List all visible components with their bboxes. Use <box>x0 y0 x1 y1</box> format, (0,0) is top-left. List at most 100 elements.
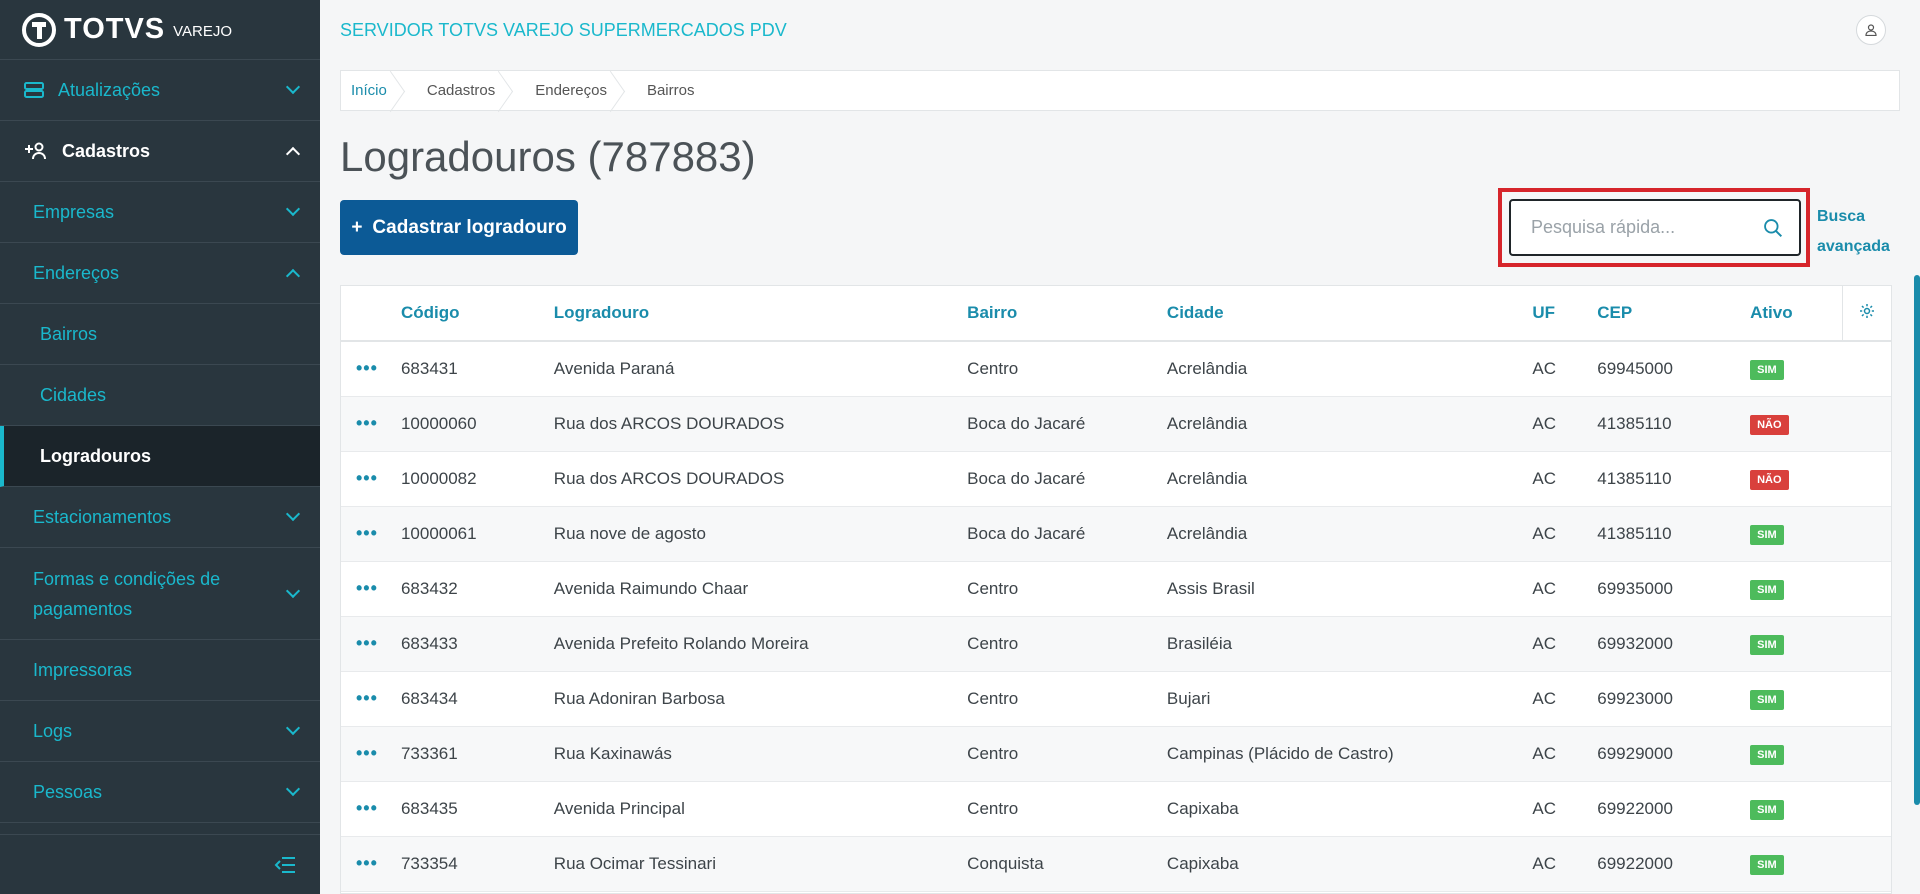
table-row[interactable]: ••• 683432 Avenida Raimundo Chaar Centro Ass… <box>341 561 1891 617</box>
sidebar-item-empresas[interactable]: Empresas <box>0 182 320 243</box>
row-actions-icon[interactable]: ••• <box>341 396 401 452</box>
sidebar-item-label: Bairros <box>40 323 98 344</box>
cell-ativo: SIM <box>1750 616 1842 672</box>
col-header-logradouro[interactable]: Logradouro <box>553 286 968 342</box>
table-row[interactable]: ••• 683433 Avenida Prefeito Rolando Moreir… <box>341 616 1891 672</box>
cell-bairro: Centro <box>967 561 1167 617</box>
cell-ativo: SIM <box>1750 781 1842 837</box>
gear-icon <box>1859 303 1874 318</box>
advanced-search-link[interactable]: Busca avançada <box>1817 202 1907 262</box>
sidebar-item-enderecos[interactable]: Endereços <box>0 243 320 304</box>
table-settings[interactable] <box>1841 286 1891 342</box>
table-row[interactable]: ••• 683431 Avenida Paraná Centro Acrelândia A… <box>341 341 1891 397</box>
cell-cidade: Bujari <box>1166 671 1533 727</box>
cell-codigo: 683434 <box>400 671 554 727</box>
sidebar-item-logradouros[interactable]: Logradouros <box>0 426 320 487</box>
cell-codigo: 733354 <box>400 836 554 892</box>
collapse-menu-icon[interactable] <box>274 856 296 874</box>
breadcrumb-inicio[interactable]: Início <box>341 71 403 110</box>
cell-codigo: 683433 <box>400 616 554 672</box>
sidebar-item-cidades[interactable]: Cidades <box>0 365 320 426</box>
cell-logradouro: Avenida Paraná <box>553 341 968 397</box>
row-actions-icon[interactable]: ••• <box>341 781 401 837</box>
sidebar-item-cadastros[interactable]: Cadastros <box>0 121 320 182</box>
sidebar-item-atualizacoes[interactable]: Atualizações <box>0 60 320 121</box>
cell-cep: 41385110 <box>1597 396 1751 452</box>
table-row[interactable]: ••• 733361 Rua Kaxinawás Centro Campinas (Pl… <box>341 726 1891 782</box>
sidebar-collapse <box>0 834 320 894</box>
sidebar-item-logs[interactable]: Logs <box>0 701 320 762</box>
sidebar-item-label: Empresas <box>33 201 115 222</box>
page-scrollbar[interactable] <box>1914 275 1920 805</box>
cell-cidade: Assis Brasil <box>1166 561 1533 617</box>
sidebar-item-label: Impressoras <box>33 659 133 680</box>
cell-logradouro: Rua Kaxinawás <box>553 726 968 782</box>
cell-codigo: 683435 <box>400 781 554 837</box>
row-actions-icon[interactable]: ••• <box>341 616 401 672</box>
brand-sub: VAREJO <box>173 23 233 40</box>
col-header-ativo[interactable]: Ativo <box>1750 286 1842 342</box>
table-row[interactable]: ••• 683434 Rua Adoniran Barbosa Centro Bujar… <box>341 671 1891 727</box>
cell-cidade: Acrelândia <box>1166 396 1533 452</box>
col-header-uf[interactable]: UF <box>1532 286 1598 342</box>
cell-empty <box>1842 726 1891 782</box>
chevron-up-icon <box>285 268 301 284</box>
sidebar-item-impressoras[interactable]: Impressoras <box>0 640 320 701</box>
row-actions-icon[interactable]: ••• <box>341 726 401 782</box>
col-header-bairro[interactable]: Bairro <box>967 286 1167 342</box>
col-header-cep[interactable]: CEP <box>1597 286 1751 342</box>
cell-cep: 69922000 <box>1597 836 1751 892</box>
user-menu-button[interactable] <box>1856 15 1886 45</box>
col-header-codigo[interactable]: Código <box>400 286 554 342</box>
status-badge: NÃO <box>1750 414 1789 435</box>
status-badge: SIM <box>1750 799 1784 820</box>
row-actions-icon[interactable]: ••• <box>341 836 401 892</box>
sidebar-item-formas-pagamento[interactable]: Formas e condições de pagamentos <box>0 548 320 640</box>
chevron-down-icon <box>285 79 301 95</box>
chevron-down-icon <box>285 201 301 217</box>
row-actions-icon[interactable]: ••• <box>341 561 401 617</box>
status-badge: SIM <box>1750 634 1784 655</box>
cell-cep: 69923000 <box>1597 671 1751 727</box>
breadcrumb-bairros: Bairros <box>646 82 695 99</box>
row-actions-icon[interactable]: ••• <box>341 671 401 727</box>
brand-logo[interactable]: TOTVS VAREJO <box>0 0 320 60</box>
status-badge: SIM <box>1750 854 1784 875</box>
row-actions-icon[interactable]: ••• <box>341 451 401 507</box>
cell-cidade: Brasiléia <box>1166 616 1533 672</box>
sidebar-item-bairros[interactable]: Bairros <box>0 304 320 365</box>
table-row[interactable]: ••• 683435 Avenida Principal Centro Capixaba… <box>341 781 1891 837</box>
cell-uf: AC <box>1532 726 1598 782</box>
table-row[interactable]: ••• 10000061 Rua nove de agosto Boca do Jac… <box>341 506 1891 562</box>
cell-empty <box>1842 836 1891 892</box>
cell-bairro: Centro <box>967 341 1167 397</box>
table-row[interactable]: ••• 733354 Rua Ocimar Tessinari Conquista Ca… <box>341 836 1891 892</box>
totvs-logo-icon <box>22 12 56 47</box>
cell-uf: AC <box>1532 341 1598 397</box>
sidebar-item-label: Atualizações <box>58 79 161 100</box>
cell-bairro: Centro <box>967 616 1167 672</box>
add-logradouro-button[interactable]: + Cadastrar logradouro <box>340 200 578 255</box>
sidebar-item-pessoas[interactable]: Pessoas <box>0 762 320 823</box>
row-actions-icon[interactable]: ••• <box>341 341 401 397</box>
quick-search-input[interactable] <box>1531 217 1763 238</box>
cell-uf: AC <box>1532 561 1598 617</box>
cell-ativo: NÃO <box>1750 396 1842 452</box>
col-header-cidade[interactable]: Cidade <box>1166 286 1533 342</box>
cell-uf: AC <box>1532 506 1598 562</box>
breadcrumb-cadastros[interactable]: Cadastros <box>403 71 511 110</box>
row-actions-icon[interactable]: ••• <box>341 506 401 562</box>
cell-codigo: 10000061 <box>400 506 554 562</box>
cell-logradouro: Rua Adoniran Barbosa <box>553 671 968 727</box>
sidebar-item-estacionamentos[interactable]: Estacionamentos <box>0 487 320 548</box>
search-icon[interactable] <box>1763 216 1783 240</box>
cell-empty <box>1842 671 1891 727</box>
cell-bairro: Boca do Jacaré <box>967 451 1167 507</box>
cell-codigo: 733361 <box>400 726 554 782</box>
chevron-down-icon <box>285 720 301 736</box>
table-row[interactable]: ••• 10000060 Rua dos ARCOS DOURADOS Boca do… <box>341 396 1891 452</box>
table-row[interactable]: ••• 10000082 Rua dos ARCOS DOURADOS Boca do… <box>341 451 1891 507</box>
breadcrumb-enderecos[interactable]: Endereços <box>511 71 623 110</box>
cell-cidade: Acrelândia <box>1166 451 1533 507</box>
cell-ativo: NÃO <box>1750 451 1842 507</box>
